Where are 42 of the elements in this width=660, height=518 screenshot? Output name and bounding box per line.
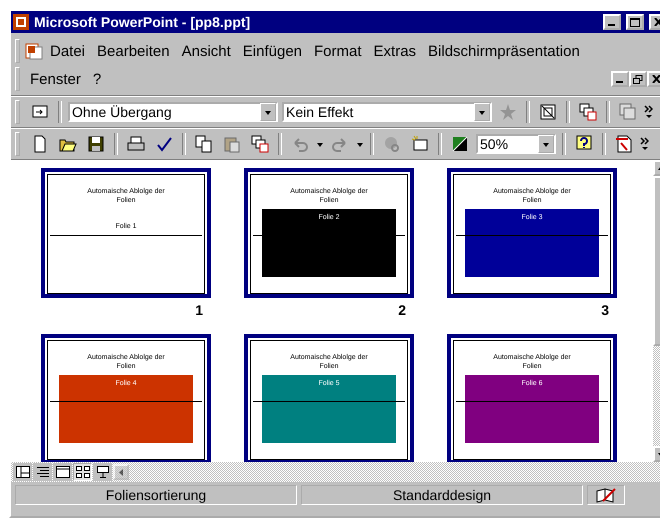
menu-item[interactable]: ? (86, 70, 108, 88)
menu-item[interactable]: Datei (44, 42, 92, 60)
arrow-icon (117, 468, 125, 476)
zoom-dropdown[interactable]: 50% (476, 134, 556, 154)
view-button[interactable] (53, 463, 72, 481)
minimize-button[interactable] (611, 71, 629, 87)
slide-number: 1 (195, 302, 203, 320)
close-button[interactable] (647, 71, 660, 87)
menu-item[interactable]: Ansicht (176, 42, 237, 60)
menu-item[interactable]: Extras (368, 42, 422, 60)
slide-number: 2 (398, 302, 406, 320)
close-icon (652, 75, 660, 83)
menu-item[interactable]: Einfügen (236, 42, 308, 60)
restore-button[interactable] (629, 71, 647, 87)
document-icon (24, 42, 44, 60)
close-icon (654, 18, 660, 26)
view-button[interactable] (13, 463, 32, 481)
menu-item[interactable]: Fenster (24, 70, 87, 88)
view-button[interactable] (93, 463, 112, 481)
slide-view-icon (56, 466, 70, 478)
maximize-button[interactable] (626, 14, 644, 30)
app-icon (13, 14, 29, 30)
scroll-left-button[interactable] (113, 464, 129, 480)
more-tools-icon[interactable] (644, 105, 653, 119)
window-title: Microsoft PowerPoint - [pp8.ppt] (34, 14, 252, 30)
normal-view-icon (16, 466, 30, 478)
outline-view-icon (36, 466, 50, 478)
maximize-icon (630, 18, 640, 26)
transition-dropdown[interactable]: Ohne Übergang (68, 102, 278, 122)
view-button[interactable] (33, 463, 52, 481)
menu-item[interactable]: Bearbeiten (91, 42, 176, 60)
status-design: Standarddesign (301, 485, 583, 505)
slide-sorter-icon (76, 466, 90, 478)
minimize-button[interactable] (603, 14, 621, 30)
menu-item[interactable]: Bildschirmpräsentation (422, 42, 586, 60)
slide-number: 3 (601, 302, 609, 320)
more-tools-icon[interactable] (640, 137, 649, 151)
slide-show-icon (96, 466, 110, 478)
effect-dropdown[interactable]: Kein Effekt (282, 102, 492, 122)
restore-icon (633, 74, 643, 84)
status-view: Foliensortierung (15, 485, 297, 505)
menu-item[interactable]: Format (308, 42, 368, 60)
